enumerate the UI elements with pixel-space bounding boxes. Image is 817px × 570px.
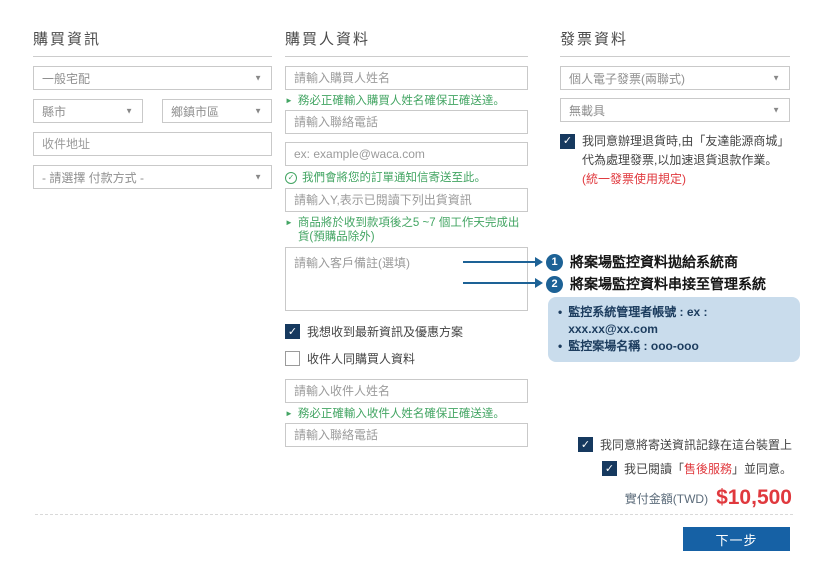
footer-agreements: ✓ 我同意將寄送資訊記錄在這台裝置上 ✓ 我已閱讀「售後服務」並同意。 <box>578 436 792 484</box>
total-amount: $10,500 <box>716 486 792 510</box>
device-record-row: ✓ 我同意將寄送資訊記錄在這台裝置上 <box>578 436 792 453</box>
chevron-down-icon: ▼ <box>254 74 262 83</box>
buyer-info-section: 購買人資料 ► 務必正確輸入購買人姓名確保正確送達。 ✓ 我們會將您的訂單通知信… <box>285 28 528 447</box>
county-select[interactable]: 縣市 ▼ <box>33 99 143 123</box>
invoice-info-section: 發票資料 個人電子發票(兩聯式) ▼ 無載具 ▼ ✓ 我同意辦理退貨時,由「友達… <box>560 28 790 189</box>
return-agreement-checkbox[interactable]: ✓ <box>560 134 575 149</box>
recipient-name-note: ► 務必正確輸入收件人姓名確保正確送達。 <box>285 407 528 421</box>
customer-remark-textarea[interactable] <box>285 247 528 311</box>
recipient-phone-input[interactable] <box>285 423 528 447</box>
purchase-info-section: 購買資訊 一般宅配 ▼ 縣市 ▼ 鄉鎮市區 ▼ - 請選擇 付款方式 - ▼ <box>33 28 272 189</box>
total-row: 實付金額(TWD) $10,500 <box>625 486 792 510</box>
address-input[interactable] <box>33 132 272 156</box>
same-as-buyer-label: 收件人同購買人資料 <box>307 350 415 367</box>
carrier-value: 無載具 <box>569 102 605 119</box>
monitoring-info-box: • 監控系統管理者帳號 : ex : xxx.xx@xx.com • 監控案場名… <box>548 297 800 362</box>
payment-method-value: - 請選擇 付款方式 - <box>42 169 144 186</box>
annotation-item-2: 2 將案場監控資料串接至管理系統 <box>546 274 766 294</box>
annotation-label-1: 將案場監控資料拋給系統商 <box>570 252 738 272</box>
chevron-down-icon: ▼ <box>772 106 780 115</box>
device-record-label: 我同意將寄送資訊記錄在這台裝置上 <box>600 436 792 453</box>
buyer-phone-input[interactable] <box>285 110 528 134</box>
shipping-method-select[interactable]: 一般宅配 ▼ <box>33 66 272 90</box>
carrier-select[interactable]: 無載具 ▼ <box>560 98 790 122</box>
buyer-email-input[interactable] <box>285 142 528 166</box>
dashed-divider <box>35 514 793 515</box>
number-badge-1: 1 <box>546 254 563 271</box>
read-confirm-input[interactable] <box>285 188 528 212</box>
shipping-method-value: 一般宅配 <box>42 70 90 87</box>
bullet-icon: • <box>558 338 562 355</box>
buyer-name-note: ► 務必正確輸入購買人姓名確保正確送達。 <box>285 94 528 108</box>
info-line-2: • 監控案場名稱 : ooo-ooo <box>558 338 790 355</box>
newsletter-checkbox[interactable]: ✓ <box>285 324 300 339</box>
chevron-down-icon: ▼ <box>125 107 133 116</box>
invoice-type-value: 個人電子發票(兩聯式) <box>569 70 685 87</box>
circle-check-icon: ✓ <box>285 172 297 184</box>
recipient-name-input[interactable] <box>285 379 528 403</box>
triangle-marker-icon: ► <box>285 407 293 421</box>
title-divider <box>560 56 790 57</box>
annotation-item-1: 1 將案場監控資料拋給系統商 <box>546 252 738 272</box>
bullet-icon: • <box>558 304 562 338</box>
payment-method-select[interactable]: - 請選擇 付款方式 - ▼ <box>33 165 272 189</box>
buyer-name-input[interactable] <box>285 66 528 90</box>
next-step-button[interactable]: 下一步 <box>683 527 790 551</box>
chevron-down-icon: ▼ <box>772 74 780 83</box>
same-as-buyer-checkbox-row: 收件人同購買人資料 <box>285 350 528 367</box>
annotation-arrow-2 <box>463 282 535 284</box>
chevron-down-icon: ▼ <box>254 107 262 116</box>
info-line-1: • 監控系統管理者帳號 : ex : xxx.xx@xx.com <box>558 304 790 338</box>
email-note: ✓ 我們會將您的訂單通知信寄送至此。 <box>285 171 528 185</box>
invoice-type-select[interactable]: 個人電子發票(兩聯式) ▼ <box>560 66 790 90</box>
return-agreement-text: 我同意辦理退貨時,由「友達能源商城」代為處理發票,以加速退貨退款作業。(統一發票… <box>582 132 790 189</box>
device-record-checkbox[interactable]: ✓ <box>578 437 593 452</box>
buyer-info-title: 購買人資料 <box>285 28 528 49</box>
county-value: 縣市 <box>42 103 66 120</box>
purchase-info-title: 購買資訊 <box>33 28 272 49</box>
newsletter-label: 我想收到最新資訊及優惠方案 <box>307 323 463 340</box>
triangle-marker-icon: ► <box>285 216 293 230</box>
region-select-row: 縣市 ▼ 鄉鎮市區 ▼ <box>33 99 272 123</box>
title-divider <box>33 56 272 57</box>
total-label: 實付金額(TWD) <box>625 490 708 507</box>
district-value: 鄉鎮市區 <box>171 103 219 120</box>
number-badge-2: 2 <box>546 276 563 293</box>
annotation-arrow-1 <box>463 261 535 263</box>
invoice-info-title: 發票資料 <box>560 28 790 49</box>
chevron-down-icon: ▼ <box>254 173 262 182</box>
title-divider <box>285 56 528 57</box>
invoice-rules-link[interactable]: (統一發票使用規定) <box>582 172 686 186</box>
shipping-note: ► 商品將於收到款項後之5 ~7 個工作天完成出貨(預購品除外) <box>285 216 528 244</box>
district-select[interactable]: 鄉鎮市區 ▼ <box>162 99 272 123</box>
after-sales-service-link[interactable]: 售後服務 <box>684 462 732 476</box>
triangle-marker-icon: ► <box>285 94 293 108</box>
terms-checkbox[interactable]: ✓ <box>602 461 617 476</box>
same-as-buyer-checkbox[interactable] <box>285 351 300 366</box>
terms-label: 我已閱讀「售後服務」並同意。 <box>624 460 792 477</box>
terms-row: ✓ 我已閱讀「售後服務」並同意。 <box>602 460 792 477</box>
annotation-label-2: 將案場監控資料串接至管理系統 <box>570 274 766 294</box>
return-agreement-row: ✓ 我同意辦理退貨時,由「友達能源商城」代為處理發票,以加速退貨退款作業。(統一… <box>560 132 790 189</box>
newsletter-checkbox-row: ✓ 我想收到最新資訊及優惠方案 <box>285 323 528 340</box>
